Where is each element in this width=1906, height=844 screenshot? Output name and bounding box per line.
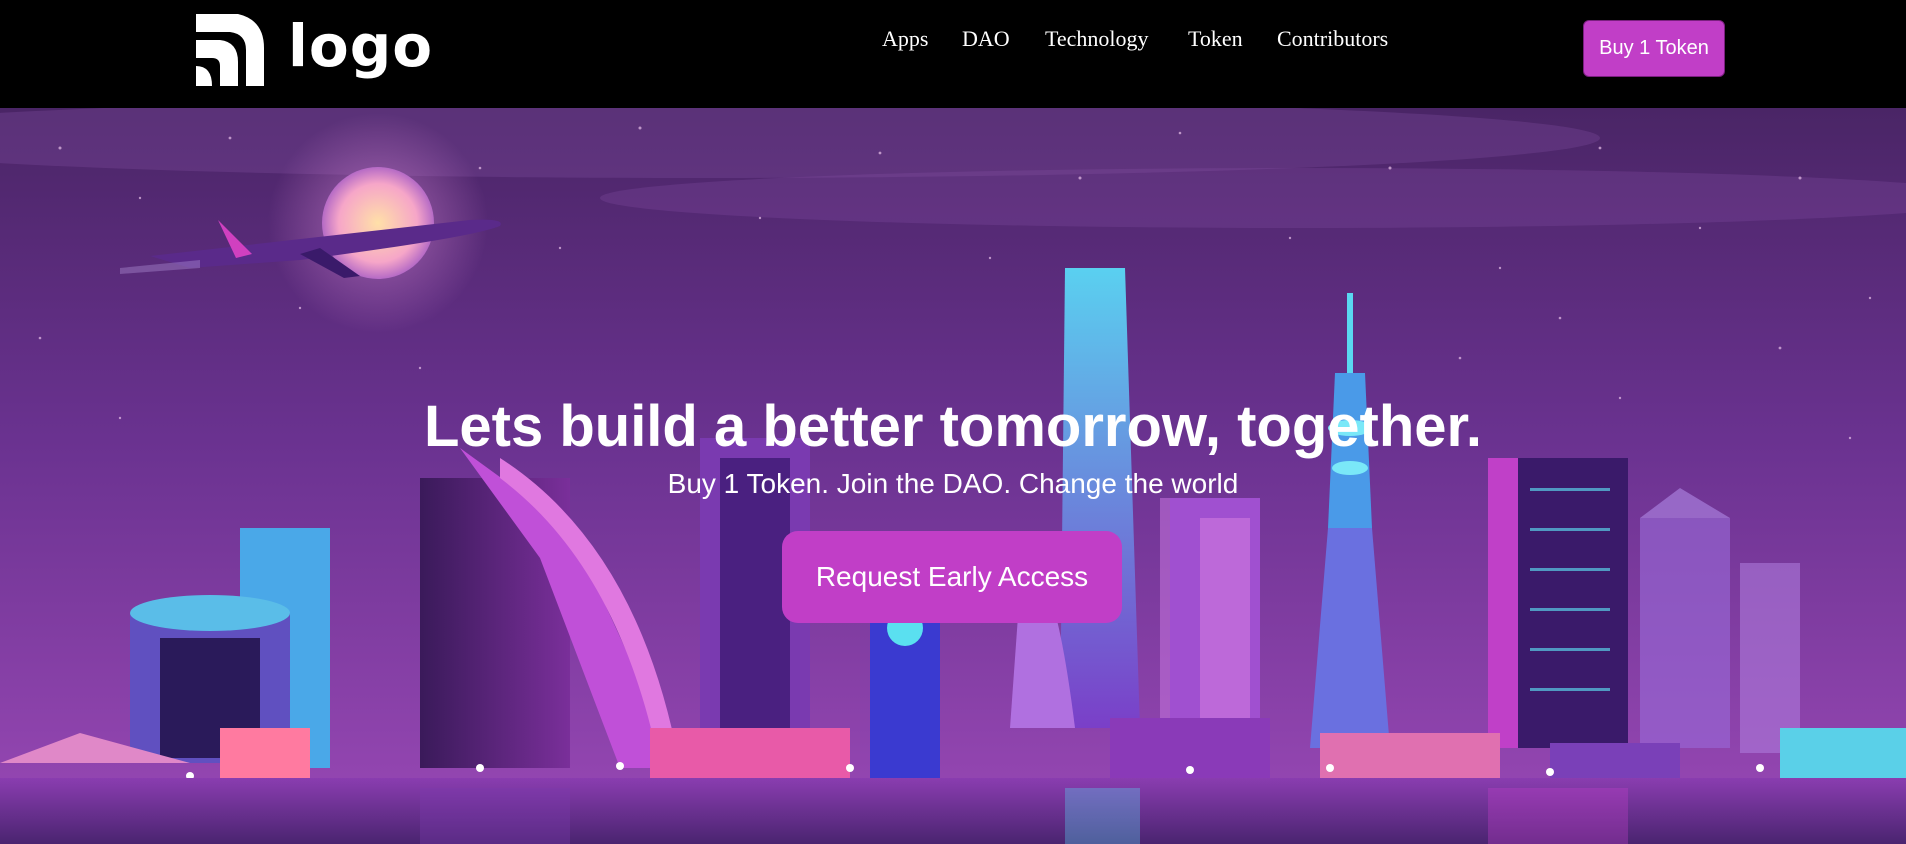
nav-dao[interactable]: DAO (962, 26, 1010, 52)
nav-technology[interactable]: Technology (1045, 26, 1149, 52)
hero-subheadline: Buy 1 Token. Join the DAO. Change the wo… (667, 468, 1239, 499)
top-navbar: logo Apps DAO Technology Token Contribut… (0, 0, 1906, 108)
nav-token[interactable]: Token (1188, 26, 1243, 52)
buy-token-button[interactable]: Buy 1 Token (1583, 20, 1725, 77)
hero-section: Lets build a better tomorrow, together. … (0, 108, 1906, 844)
request-early-access-button[interactable]: Request Early Access (782, 531, 1122, 623)
hero-headline: Lets build a better tomorrow, together. (423, 393, 1483, 459)
nav-apps[interactable]: Apps (882, 26, 928, 52)
nav-contributors[interactable]: Contributors (1277, 26, 1388, 52)
logo-text[interactable]: logo (288, 12, 433, 80)
